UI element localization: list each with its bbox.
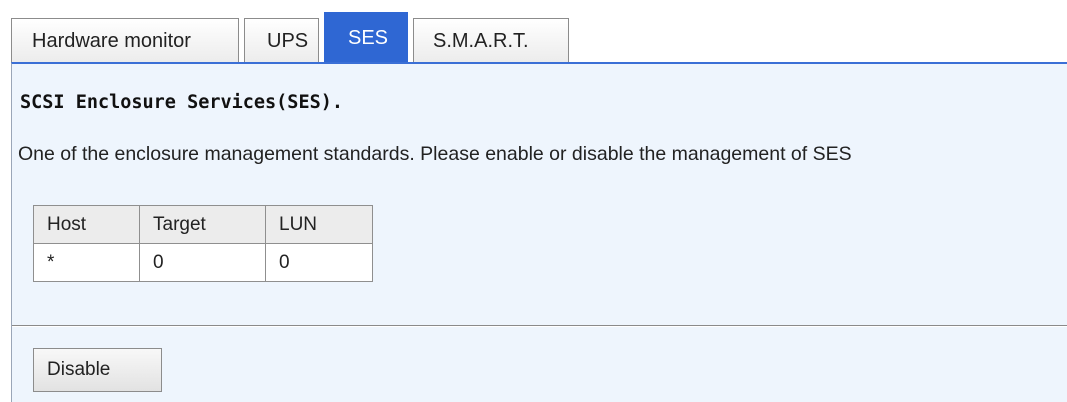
cell-host: * — [33, 243, 140, 282]
tab-ups[interactable]: UPS — [244, 18, 319, 62]
cell-lun: 0 — [265, 243, 373, 282]
table-row: * 0 0 — [33, 243, 373, 282]
page-description: One of the enclosure management standard… — [18, 143, 852, 165]
cell-target: 0 — [139, 243, 266, 282]
tab-smart[interactable]: S.M.A.R.T. — [413, 18, 569, 62]
disable-button[interactable]: Disable — [33, 348, 162, 392]
tab-bar: Hardware monitor UPS SES S.M.A.R.T. — [11, 12, 574, 62]
ses-table: Host Target LUN * 0 0 — [33, 205, 373, 282]
section-divider — [12, 325, 1067, 327]
column-header-lun: LUN — [265, 205, 373, 244]
column-header-target: Target — [139, 205, 266, 244]
table-header-row: Host Target LUN — [33, 205, 373, 244]
page-title: SCSI Enclosure Services(SES). — [20, 92, 344, 113]
ses-panel: SCSI Enclosure Services(SES). One of the… — [11, 62, 1067, 402]
column-header-host: Host — [33, 205, 140, 244]
tab-ses[interactable]: SES — [324, 12, 408, 62]
ses-settings-window: Hardware monitor UPS SES S.M.A.R.T. SCSI… — [0, 0, 1067, 402]
tab-hardware-monitor[interactable]: Hardware monitor — [11, 18, 239, 62]
